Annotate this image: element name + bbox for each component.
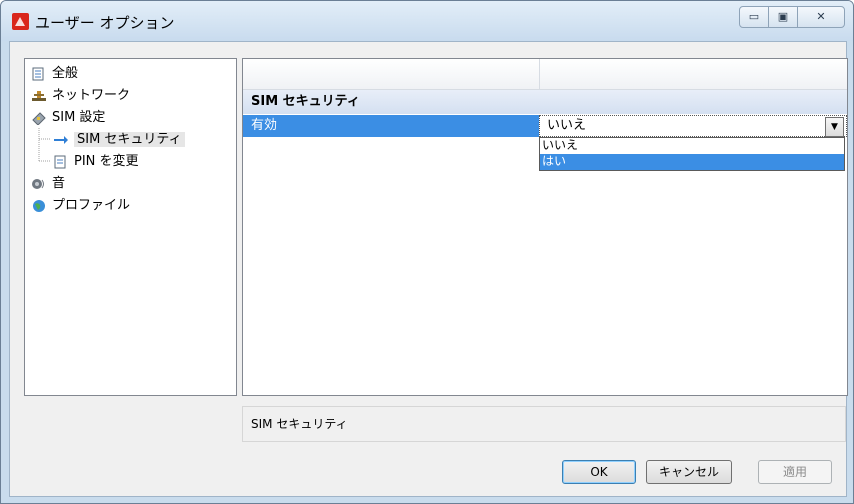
dropdown-option-yes[interactable]: はい (540, 154, 844, 170)
tree-item-change-pin[interactable]: PIN を変更 (53, 152, 139, 172)
maximize-button[interactable]: ▣ (769, 7, 798, 27)
dialog-client-area: 全般 ネットワーク SIM 設定 SIM セキュリティ PIN を変更 音 プロ… (9, 41, 848, 497)
property-grid: SIM セキュリティ 有効 いいえ ▼ いいえ はい (242, 58, 848, 396)
tree-item-sim-security[interactable]: SIM セキュリティ (53, 130, 185, 150)
tree-item-label: 全般 (52, 66, 79, 81)
tree-item-label-selected: SIM セキュリティ (74, 132, 185, 147)
page-icon (53, 155, 69, 169)
tree-item-sound[interactable]: 音 (31, 174, 65, 194)
column-divider[interactable] (539, 59, 540, 89)
globe-icon (31, 199, 47, 213)
dropdown-option-no[interactable]: いいえ (540, 138, 844, 154)
property-value-text: いいえ (547, 118, 587, 133)
options-tree: 全般 ネットワーク SIM 設定 SIM セキュリティ PIN を変更 音 プロ… (24, 58, 237, 396)
app-icon (12, 13, 29, 30)
user-options-window: ユーザー オプション ▭ ▣ ✕ 全般 ネットワーク SIM 設定 SIM セキ… (0, 0, 854, 504)
sim-card-icon (31, 111, 47, 126)
category-row[interactable]: SIM セキュリティ (243, 90, 847, 114)
dropdown-list: いいえ はい (539, 137, 845, 171)
tree-item-label: 音 (52, 176, 66, 191)
tree-item-general[interactable]: 全般 (31, 64, 78, 84)
apply-button[interactable]: 適用 (758, 460, 832, 484)
tree-connector-lines (38, 128, 52, 172)
cancel-button[interactable]: キャンセル (646, 460, 732, 484)
tree-item-label: プロファイル (52, 198, 131, 213)
property-value-select[interactable]: いいえ ▼ (539, 115, 847, 137)
network-icon (31, 89, 47, 103)
tree-item-label: SIM 設定 (52, 110, 106, 125)
grid-header (243, 59, 847, 90)
tree-item-sim-settings[interactable]: SIM 設定 (31, 108, 105, 128)
window-title: ユーザー オプション (35, 14, 175, 32)
close-button[interactable]: ✕ (798, 7, 844, 27)
dropdown-arrow-button[interactable]: ▼ (825, 117, 844, 137)
minimize-button[interactable]: ▭ (740, 7, 769, 27)
window-controls: ▭ ▣ ✕ (739, 6, 845, 28)
property-name[interactable]: 有効 (243, 115, 539, 137)
property-row[interactable]: 有効 いいえ ▼ (243, 115, 847, 137)
title-bar[interactable]: ユーザー オプション ▭ ▣ ✕ (1, 1, 853, 41)
tree-item-label: PIN を変更 (74, 154, 139, 169)
general-page-icon (31, 67, 47, 81)
tree-item-network[interactable]: ネットワーク (31, 86, 130, 106)
tree-item-profile[interactable]: プロファイル (31, 196, 130, 216)
ok-button[interactable]: OK (562, 460, 636, 484)
arrow-right-icon (53, 133, 69, 147)
description-panel: SIM セキュリティ (242, 406, 846, 442)
tree-item-label: ネットワーク (52, 88, 131, 103)
speaker-icon (31, 177, 47, 191)
